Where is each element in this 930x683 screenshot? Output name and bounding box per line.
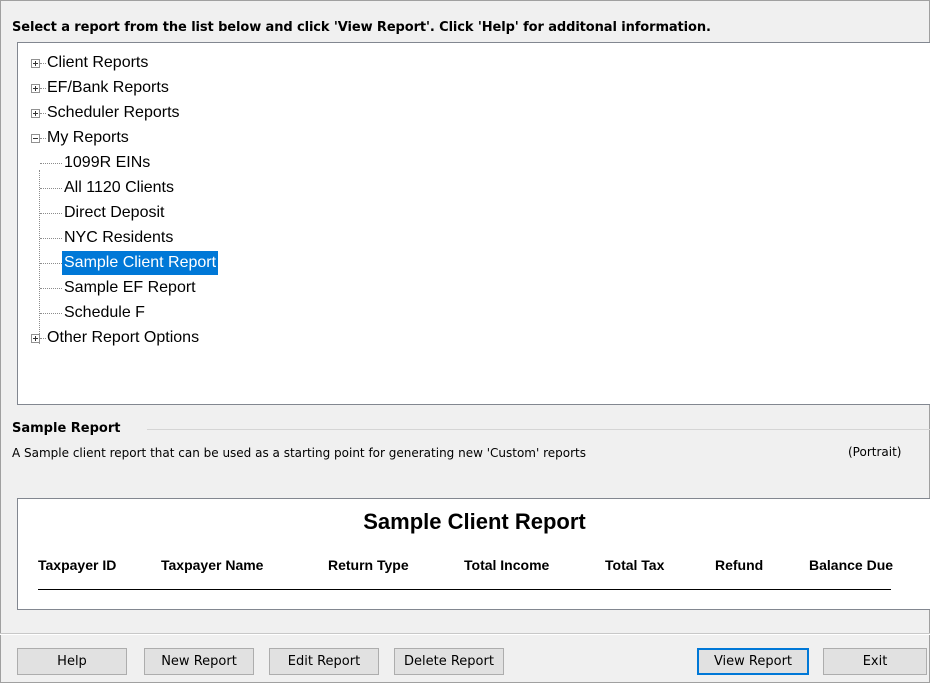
tree-connector	[40, 238, 62, 239]
tree-item-other-report-options[interactable]: Other Report Options	[45, 326, 201, 350]
tree-item-nyc-residents[interactable]: NYC Residents	[62, 226, 175, 250]
tree-connector	[40, 213, 62, 214]
tree-item-scheduler-reports[interactable]: Scheduler Reports	[45, 101, 182, 125]
column-header: Return Type	[328, 557, 409, 573]
tree-item-all-1120-clients[interactable]: All 1120 Clients	[62, 176, 176, 200]
help-button[interactable]: Help	[17, 648, 127, 675]
tree-item-ef-bank-reports[interactable]: EF/Bank Reports	[45, 76, 171, 100]
column-header: Balance Due	[809, 557, 894, 573]
delete-report-button[interactable]: Delete Report	[394, 648, 504, 675]
tree-connector	[40, 163, 62, 164]
report-tree[interactable]: Client Reports EF/Bank Reports Scheduler…	[17, 42, 930, 405]
tree-item-client-reports[interactable]: Client Reports	[45, 51, 150, 75]
column-header: Total Tax	[605, 557, 665, 573]
new-report-button[interactable]: New Report	[144, 648, 254, 675]
tree-item-direct-deposit[interactable]: Direct Deposit	[62, 201, 166, 225]
tree-item-sample-client-report[interactable]: Sample Client Report	[62, 251, 219, 275]
collapse-my-reports-icon[interactable]	[31, 134, 40, 143]
button-bar-divider-highlight	[0, 634, 930, 635]
expand-ef-bank-reports-icon[interactable]	[31, 84, 40, 93]
column-header: Taxpayer ID	[38, 557, 117, 573]
instruction-text: Select a report from the list below and …	[12, 20, 711, 35]
preview-rule	[38, 589, 891, 590]
column-header: Refund	[715, 557, 764, 573]
tree-item-schedule-f[interactable]: Schedule F	[62, 301, 147, 325]
column-header: Taxpayer Name	[161, 557, 264, 573]
expand-client-reports-icon[interactable]	[31, 59, 40, 68]
tree-connector	[40, 263, 62, 264]
tree-connector	[40, 288, 62, 289]
preview-title: Sample Client Report	[363, 509, 586, 534]
expand-other-report-options-icon[interactable]	[31, 334, 40, 343]
report-description: A Sample client report that can be used …	[12, 446, 587, 460]
expand-scheduler-reports-icon[interactable]	[31, 109, 40, 118]
edit-report-button[interactable]: Edit Report	[269, 648, 379, 675]
tree-item-sample-ef-report[interactable]: Sample EF Report	[62, 276, 198, 300]
tree-connector	[40, 188, 62, 189]
group-divider	[147, 429, 930, 430]
report-preview: Sample Client Report Taxpayer ID Taxpaye…	[17, 498, 930, 610]
tree-connector	[40, 313, 62, 314]
view-report-button[interactable]: View Report	[697, 648, 809, 675]
tree-item-my-reports[interactable]: My Reports	[45, 126, 131, 150]
tree-connector	[39, 170, 40, 344]
column-header: Total Income	[464, 557, 550, 573]
tree-item-1099r-eins[interactable]: 1099R EINs	[62, 151, 152, 175]
report-orientation: (Portrait)	[848, 445, 902, 459]
exit-button[interactable]: Exit	[823, 648, 927, 675]
report-details-title: Sample Report	[12, 421, 121, 436]
